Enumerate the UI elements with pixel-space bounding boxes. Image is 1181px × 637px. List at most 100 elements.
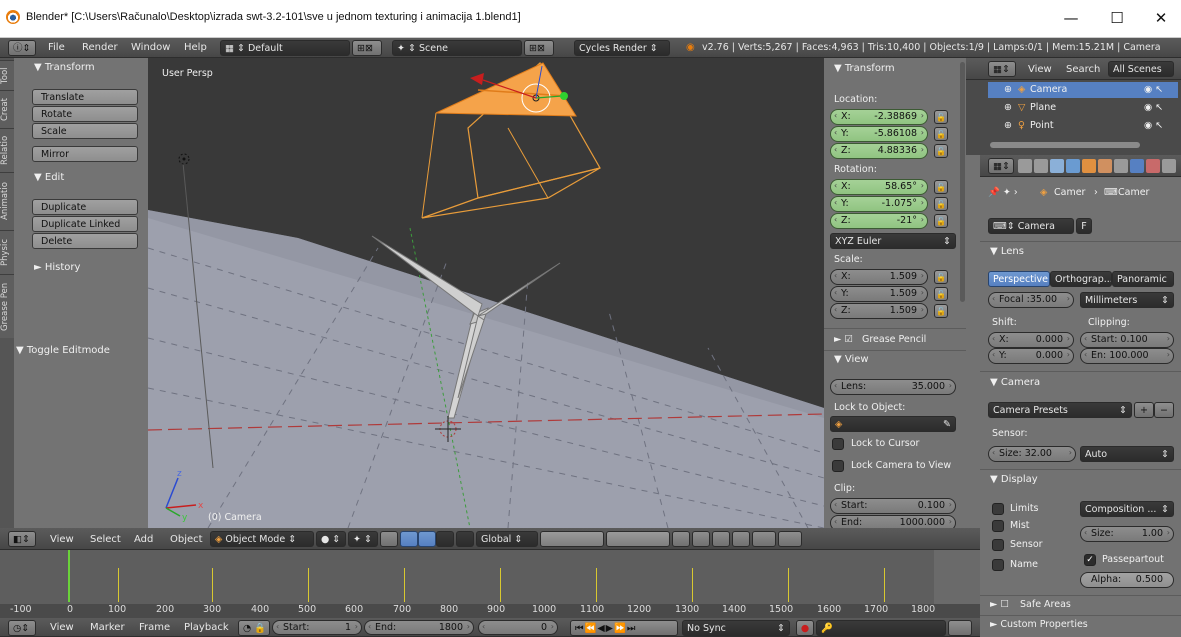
outliner-menu-search[interactable]: Search	[1066, 60, 1100, 79]
menu-help[interactable]: Help	[184, 38, 207, 57]
render-tab-icon[interactable]	[1018, 159, 1032, 173]
minimize-button[interactable]: —	[1053, 6, 1089, 30]
pivot-select[interactable]: ✦ ⇕	[348, 531, 378, 547]
sensor-size-field[interactable]: ‹ Size: 32.00 ›	[988, 446, 1076, 462]
orientation-select[interactable]: Global ⇕	[476, 531, 538, 547]
opengl-render-icon[interactable]	[778, 531, 802, 547]
scene-add-remove[interactable]: ⊞⊠	[524, 40, 554, 56]
menu-add[interactable]: Add	[134, 530, 153, 549]
close-button[interactable]: ✕	[1143, 6, 1179, 30]
alpha-field[interactable]: Alpha: 0.500	[1080, 572, 1174, 588]
composition-guides-select[interactable]: Composition ... ⇕	[1080, 501, 1174, 517]
pin-icon[interactable]: 📌 ✦ ›	[988, 187, 1018, 198]
breadcrumb-camera-data[interactable]: Camer	[1118, 187, 1149, 198]
scale-x-lock-icon[interactable]: 🔓	[934, 270, 948, 284]
timeline-editor-type[interactable]: ◷⇕	[8, 620, 36, 636]
limits-checkbox[interactable]	[992, 503, 1004, 515]
texture-tab-icon[interactable]	[1146, 159, 1160, 173]
scale-z-lock-icon[interactable]: 🔓	[934, 304, 948, 318]
clip-start-field[interactable]: ‹ Start: 0.100 ›	[1080, 332, 1174, 348]
scene-layers-1[interactable]	[540, 531, 604, 547]
scene-layers-2[interactable]	[606, 531, 670, 547]
rotation-z-lock-icon[interactable]: 🔓	[934, 214, 948, 228]
outliner-editor-type[interactable]: ▦⇕	[988, 61, 1016, 77]
safe-areas-expand-icon[interactable]: ► ☐	[990, 599, 1009, 610]
rotation-mode-select[interactable]: XYZ Euler ⇕	[830, 233, 956, 249]
location-x-field[interactable]: ‹ X: -2.38869 ›	[830, 109, 928, 125]
editor-type-button[interactable]: ⓘ⇕	[8, 40, 36, 56]
menu-window[interactable]: Window	[131, 38, 170, 57]
location-z-lock-icon[interactable]: 🔓	[934, 144, 948, 158]
layer-lock-icon[interactable]	[672, 531, 690, 547]
preview-range-icon[interactable]: ◔ 🔒	[238, 620, 270, 636]
safe-areas-title[interactable]: Safe Areas	[1020, 599, 1071, 610]
outliner-item-plane[interactable]: Plane	[1030, 102, 1056, 113]
duplicate-linked-button[interactable]: Duplicate Linked	[32, 216, 138, 232]
start-frame-field[interactable]: ‹ Start: 1 ›	[272, 620, 362, 635]
outliner-expand-icon[interactable]: ⊕	[1004, 120, 1012, 131]
timeline-menu-frame[interactable]: Frame	[139, 618, 170, 637]
menu-view[interactable]: View	[50, 530, 74, 549]
outliner-filter-select[interactable]: All Scenes	[1108, 61, 1174, 77]
scale-y-lock-icon[interactable]: 🔓	[934, 287, 948, 301]
duplicate-button[interactable]: Duplicate	[32, 199, 138, 215]
timeline-menu-view[interactable]: View	[50, 618, 74, 637]
rotation-y-lock-icon[interactable]: 🔓	[934, 197, 948, 211]
rotation-z-field[interactable]: ‹ Z: -21° ›	[830, 213, 928, 229]
fake-user-button[interactable]: F	[1076, 218, 1092, 234]
translate-button[interactable]: Translate	[32, 89, 138, 105]
layout-select[interactable]: ▦ ⇕ Default	[220, 40, 350, 56]
passepartout-checkbox[interactable]: ✓	[1084, 554, 1096, 566]
focal-length-field[interactable]: ‹ Focal :35.00 ›	[988, 292, 1074, 308]
shift-y-field[interactable]: ‹ Y: 0.000 ›	[988, 348, 1074, 364]
perspective-button[interactable]: Perspective	[988, 271, 1050, 287]
current-frame-field[interactable]: ‹ 0 ›	[478, 620, 558, 635]
modifiers-tab-icon[interactable]	[1114, 159, 1128, 173]
scale-z-field[interactable]: ‹ Z: 1.509 ›	[830, 303, 928, 319]
visibility-eye-icon[interactable]: ◉ ↖	[1144, 84, 1163, 95]
manipulator-toggle[interactable]	[380, 531, 398, 547]
clip-start-field[interactable]: ‹ Start: 0.100 ›	[830, 498, 956, 514]
location-z-field[interactable]: ‹ Z: 4.88336 ›	[830, 143, 928, 159]
outliner-menu-view[interactable]: View	[1028, 60, 1052, 79]
layout-add-remove[interactable]: ⊞⊠	[352, 40, 382, 56]
shading-select[interactable]: ● ⇕	[316, 531, 346, 547]
lock-camera-to-view-checkbox[interactable]	[832, 460, 844, 472]
display-size-field[interactable]: ‹ Size: 1.00 ›	[1080, 526, 1174, 542]
tab-tool[interactable]: Tool	[0, 60, 14, 90]
location-y-field[interactable]: ‹ Y: -5.86108 ›	[830, 126, 928, 142]
grease-pencil-title[interactable]: Grease Pencil	[862, 334, 926, 345]
record-button[interactable]: ●	[796, 620, 814, 636]
current-frame-indicator[interactable]	[68, 550, 70, 602]
insert-keyframe-icon[interactable]	[948, 620, 972, 636]
snap-element-icon[interactable]	[732, 531, 750, 547]
location-x-lock-icon[interactable]: 🔓	[934, 110, 948, 124]
edit-panel-title[interactable]: ▼ Edit	[34, 170, 64, 186]
custom-properties-title[interactable]: ► Custom Properties	[990, 619, 1088, 630]
outliner-item-point[interactable]: Point	[1030, 120, 1054, 131]
timeline-area[interactable]	[0, 550, 980, 604]
rotate-button[interactable]: Rotate	[32, 106, 138, 122]
sensor-checkbox[interactable]	[992, 539, 1004, 551]
scale-x-field[interactable]: ‹ X: 1.509 ›	[830, 269, 928, 285]
tab-grease-pencil[interactable]: Grease Pen	[0, 274, 14, 338]
menu-object[interactable]: Object	[170, 530, 203, 549]
grease-pencil-expand-icon[interactable]: ► ☑	[834, 334, 853, 345]
lens-field[interactable]: ‹ Lens: 35.000 ›	[830, 379, 956, 395]
scale-manipulator-icon[interactable]	[436, 531, 454, 547]
delete-button[interactable]: Delete	[32, 233, 138, 249]
history-panel-title[interactable]: ► History	[34, 260, 80, 276]
scale-y-field[interactable]: ‹ Y: 1.509 ›	[830, 286, 928, 302]
scene-select[interactable]: ✦ ⇕ Scene	[392, 40, 522, 56]
add-preset-button[interactable]: +	[1134, 402, 1154, 418]
tab-animation[interactable]: Animatio	[0, 172, 14, 230]
visibility-eye-icon[interactable]: ◉ ↖	[1144, 102, 1163, 113]
eyedropper-icon[interactable]: ✎	[943, 417, 951, 431]
constraints-tab-icon[interactable]	[1098, 159, 1112, 173]
n-transform-title[interactable]: ▼ Transform	[834, 61, 895, 77]
lens-panel-title[interactable]: ▼ Lens	[990, 244, 1024, 260]
menu-select[interactable]: Select	[90, 530, 121, 549]
rotation-x-lock-icon[interactable]: 🔓	[934, 180, 948, 194]
transform-panel-title[interactable]: ▼ Transform	[34, 60, 95, 76]
outliner-item-camera[interactable]: Camera	[1030, 84, 1067, 95]
